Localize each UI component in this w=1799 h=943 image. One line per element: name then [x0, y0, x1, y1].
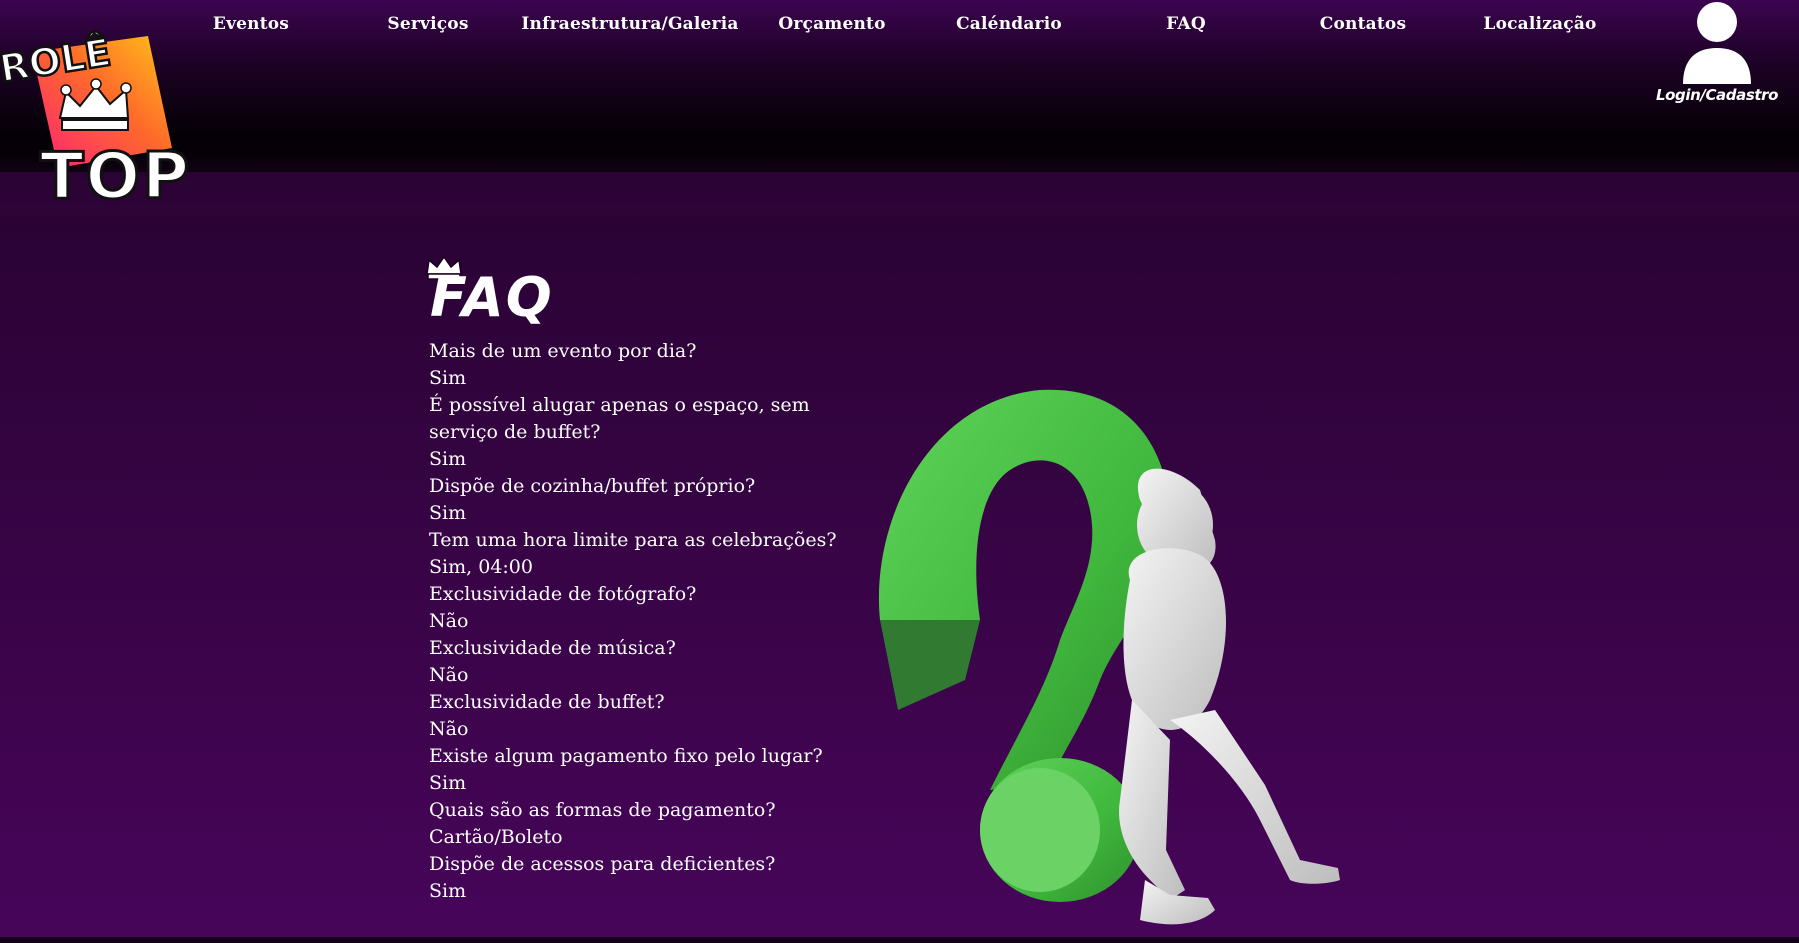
faq-question: Dispõe de cozinha/buffet próprio? — [429, 475, 756, 497]
faq-question: Exclusividade de música? — [429, 637, 676, 659]
login-label: Login/Cadastro — [1655, 86, 1779, 104]
faq-answer: Sim — [429, 880, 467, 902]
page-title: FAQ — [430, 266, 554, 329]
faq-question: É possível alugar apenas o espaço, sem s… — [429, 394, 810, 443]
faq-item: Existe algum pagamento fixo pelo lugar? … — [429, 743, 849, 797]
faq-question: Mais de um evento por dia? — [429, 340, 697, 362]
faq-item: Exclusividade de buffet? Não — [429, 689, 849, 743]
faq-question: Dispõe de acessos para deficientes? — [429, 853, 776, 875]
faq-question: Exclusividade de buffet? — [429, 691, 665, 713]
faq-answer: Sim — [429, 502, 467, 524]
faq-answer: Sim — [429, 367, 467, 389]
question-mark-figure-illustration — [878, 389, 1340, 925]
nav-infraestrutura-galeria[interactable]: Infraestrutura/Galeria — [521, 14, 738, 34]
logo-text-top: TOP — [40, 140, 191, 205]
faq-item: Exclusividade de fotógrafo? Não — [429, 581, 849, 635]
faq-answer: Cartão/Boleto — [429, 826, 563, 848]
faq-answer: Sim, 04:00 — [429, 556, 533, 578]
faq-list: Mais de um evento por dia? Sim É possíve… — [429, 338, 849, 905]
faq-answer: Não — [429, 610, 469, 632]
nav-localizacao[interactable]: Localização — [1483, 14, 1596, 34]
faq-question: Quais são as formas de pagamento? — [429, 799, 776, 821]
faq-title: FAQ — [424, 254, 564, 330]
faq-item: Quais são as formas de pagamento? Cartão… — [429, 797, 849, 851]
faq-item: Mais de um evento por dia? Sim — [429, 338, 849, 392]
main-nav: Eventos Serviços Infraestrutura/Galeria … — [0, 0, 1799, 52]
header-band — [0, 172, 1799, 215]
faq-answer: Não — [429, 718, 469, 740]
faq-question: Existe algum pagamento fixo pelo lugar? — [429, 745, 823, 767]
faq-item: Exclusividade de música? Não — [429, 635, 849, 689]
nav-servicos[interactable]: Serviços — [387, 14, 468, 34]
nav-calendario[interactable]: Caléndario — [956, 14, 1062, 34]
faq-item: É possível alugar apenas o espaço, sem s… — [429, 392, 849, 473]
user-icon — [1683, 2, 1751, 84]
nav-orcamento[interactable]: Orçamento — [778, 14, 885, 34]
footer-divider — [0, 937, 1799, 943]
nav-contatos[interactable]: Contatos — [1320, 14, 1406, 34]
faq-question: Exclusividade de fotógrafo? — [429, 583, 697, 605]
faq-item: Dispõe de cozinha/buffet próprio? Sim — [429, 473, 849, 527]
faq-answer: Sim — [429, 448, 467, 470]
login-button[interactable]: Login/Cadastro — [1655, 2, 1779, 112]
faq-item: Tem uma hora limite para as celebrações?… — [429, 527, 849, 581]
faq-answer: Sim — [429, 772, 467, 794]
role-top-logo[interactable]: ROLÊ TOP — [0, 30, 225, 205]
nav-faq[interactable]: FAQ — [1166, 14, 1206, 34]
nav-eventos[interactable]: Eventos — [213, 14, 289, 34]
faq-answer: Não — [429, 664, 469, 686]
faq-question: Tem uma hora limite para as celebrações? — [429, 529, 837, 551]
faq-item: Dispõe de acessos para deficientes? Sim — [429, 851, 849, 905]
